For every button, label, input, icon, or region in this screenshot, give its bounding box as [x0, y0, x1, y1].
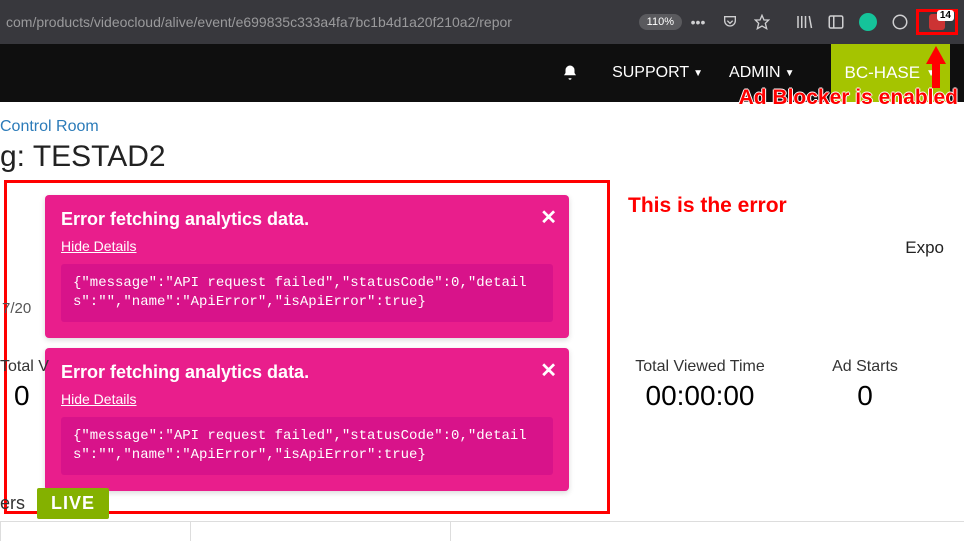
- chevron-down-icon: ▼: [693, 68, 703, 79]
- support-label: SUPPORT: [612, 64, 689, 82]
- bottom-grid: [0, 521, 964, 541]
- pocket-icon[interactable]: [720, 14, 740, 30]
- toast-body: {"message":"API request failed","statusC…: [61, 264, 553, 322]
- live-badge: LIVE: [37, 488, 109, 519]
- adblock-highlight: 14: [916, 9, 958, 35]
- star-icon[interactable]: [752, 14, 772, 30]
- grammarly-icon[interactable]: [857, 13, 879, 31]
- chevron-down-icon: ▼: [785, 68, 795, 79]
- stat-value: 00:00:00: [610, 380, 790, 412]
- extension-icon[interactable]: [889, 13, 911, 31]
- stat-label: Total V: [0, 358, 50, 376]
- admin-menu[interactable]: ADMIN ▼: [729, 64, 794, 82]
- breadcrumb[interactable]: Control Room: [0, 102, 964, 140]
- stat-label: Ad Starts: [790, 358, 940, 376]
- stat-label: Total Viewed Time: [610, 358, 790, 376]
- stats-row: Total V 0 Total Viewed Time 00:00:00 Ad …: [0, 358, 964, 412]
- library-icon[interactable]: [793, 13, 815, 31]
- close-icon[interactable]: ✕: [540, 205, 557, 230]
- hide-details-link[interactable]: Hide Details: [61, 238, 136, 254]
- adblock-icon[interactable]: 14: [926, 14, 948, 30]
- zoom-badge[interactable]: 110%: [639, 14, 682, 30]
- live-prefix: ers: [0, 493, 25, 514]
- title-text: TESTAD2: [33, 140, 166, 173]
- toast-body: {"message":"API request failed","statusC…: [61, 417, 553, 475]
- title-prefix: g:: [0, 140, 33, 173]
- bell-icon[interactable]: [560, 64, 580, 82]
- error-toast: ✕ Error fetching analytics data. Hide De…: [45, 195, 569, 338]
- url-bar[interactable]: com/products/videocloud/alive/event/e699…: [0, 14, 788, 30]
- toast-title: Error fetching analytics data.: [61, 209, 553, 230]
- stat-value: 0: [0, 380, 50, 412]
- live-row: ers LIVE: [0, 488, 109, 519]
- support-menu[interactable]: SUPPORT ▼: [612, 64, 703, 82]
- adblock-count: 14: [937, 10, 954, 21]
- annotation-arrow-stem: [932, 62, 940, 88]
- browser-toolbar: 14: [788, 9, 964, 35]
- more-icon[interactable]: •••: [688, 14, 708, 30]
- sidebar-icon[interactable]: [825, 13, 847, 31]
- export-link[interactable]: Expo: [905, 238, 944, 258]
- account-label: BC-HASE: [845, 63, 921, 83]
- page-title: g: TESTAD2: [0, 140, 964, 180]
- page-content: Control Room g: TESTAD2 ✕ Error fetching…: [0, 102, 964, 514]
- url-text: com/products/videocloud/alive/event/e699…: [0, 14, 633, 30]
- browser-chrome: com/products/videocloud/alive/event/e699…: [0, 0, 964, 44]
- stat-value: 0: [790, 380, 940, 412]
- admin-label: ADMIN: [729, 64, 781, 82]
- error-highlight: ✕ Error fetching analytics data. Hide De…: [4, 180, 610, 514]
- date-fragment: 7/20: [0, 300, 31, 317]
